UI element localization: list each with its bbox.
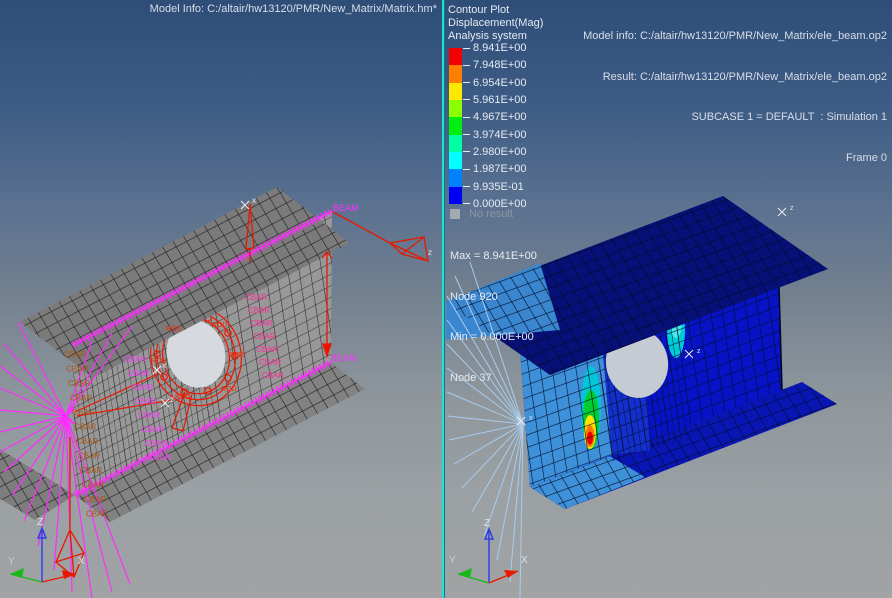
model-label: ROD	[212, 322, 228, 329]
model-label: CBAR	[64, 350, 86, 359]
model-label: CBAR	[82, 481, 104, 490]
model-label: BEAM	[331, 353, 357, 363]
model-label: ROD	[166, 326, 182, 333]
model-label: CBAR	[253, 332, 275, 341]
no-result-swatch	[450, 209, 460, 219]
model-label: CBAR	[74, 423, 96, 432]
model-label: CBAR	[68, 379, 90, 388]
legend-no-result: No result	[450, 208, 513, 220]
model-label: CBAR	[80, 466, 102, 475]
legend-value: 8.941E+00	[463, 42, 527, 54]
legend-max-node: Node 920	[450, 291, 537, 305]
right-header-model-info: Model info: C:/altair/hw13120/PMR/New_Ma…	[583, 30, 887, 44]
legend-band	[449, 169, 462, 186]
legend-value: 5.961E+00	[463, 94, 527, 106]
model-label: BEAM	[333, 203, 359, 213]
model-label: x	[529, 415, 533, 422]
legend-min-node: Node 37	[450, 372, 537, 386]
legend-colorbar	[449, 48, 462, 204]
left-triad-x-label: X	[78, 556, 85, 567]
model-label: CBAR	[76, 437, 98, 446]
legend-result-type: Displacement(Mag)	[448, 17, 598, 30]
no-result-label: No result	[469, 208, 513, 220]
legend-value: 9.935E-01	[463, 181, 524, 193]
legend-band	[449, 152, 462, 169]
viewport-divider-shadow	[444, 0, 445, 598]
right-result-info-header: Model info: C:/altair/hw13120/PMR/New_Ma…	[583, 3, 887, 192]
model-label: CBAR	[138, 411, 160, 420]
legend-value: 4.967E+00	[463, 111, 527, 123]
right-triad-y-label: Y	[449, 555, 456, 566]
model-label: CBAR	[84, 495, 106, 504]
legend-band	[449, 65, 462, 82]
right-header-frame: Frame 0	[583, 152, 887, 166]
model-label: ROD	[175, 394, 191, 401]
legend-band	[449, 83, 462, 100]
legend-value: 3.974E+00	[463, 129, 527, 141]
legend-max-value: Max = 8.941E+00	[450, 250, 537, 264]
model-label: CBAR	[262, 371, 284, 380]
model-label: CBAR	[66, 365, 88, 374]
right-header-subcase: SUBCASE 1 = DEFAULT : Simulation 1	[583, 111, 887, 125]
legend-value: 2.980E+00	[463, 146, 527, 158]
model-label: CBAR	[142, 425, 164, 434]
legend-min-value: Min = 0.000E+00	[450, 331, 537, 345]
model-label: z	[790, 205, 794, 212]
model-label: CBAR	[248, 306, 270, 315]
model-label: ROD	[230, 352, 246, 359]
model-label: CBAR	[72, 408, 94, 417]
legend-band	[449, 48, 462, 65]
model-label: CBAR	[128, 369, 150, 378]
right-triad-x-label: X	[521, 555, 528, 566]
model-label: CBAR	[131, 383, 153, 392]
legend-band	[449, 100, 462, 117]
model-label: ROD	[151, 358, 167, 365]
right-global-triad: Z Y X	[449, 518, 528, 583]
model-label: z	[170, 395, 174, 404]
legend-value: 7.948E+00	[463, 59, 527, 71]
model-label: CBAR	[149, 453, 171, 462]
legend-title: Contour Plot	[448, 4, 598, 17]
model-label: CBAR	[70, 394, 92, 403]
legend-band	[449, 117, 462, 134]
left-viewport-model[interactable]: CBAR CBAR CBAR CBAR CBAR CBAR CBAR CBAR CBAR CBAR…	[0, 187, 432, 598]
hyperworks-split-view: CBAR CBAR CBAR CBAR CBAR CBAR CBAR CBAR CBAR CBAR…	[0, 0, 892, 598]
model-label: CBAR	[256, 345, 278, 354]
legend-value: 1.987E+00	[463, 163, 527, 175]
right-header-result: Result: C:/altair/hw13120/PMR/New_Matrix…	[583, 71, 887, 85]
model-label: CBAR	[245, 293, 267, 302]
legend-band	[449, 187, 462, 204]
model-label: z	[428, 248, 432, 257]
model-label: CBAR	[135, 397, 157, 406]
legend-value: 6.954E+00	[463, 77, 527, 89]
right-triad-z-label: Z	[484, 518, 490, 529]
model-label: CBAR	[259, 358, 281, 367]
model-label: x	[252, 196, 256, 205]
model-label: CBAR	[251, 319, 273, 328]
model-label: ROD	[221, 386, 237, 393]
legend-stats: Max = 8.941E+00 Node 920 Min = 0.000E+00…	[450, 223, 537, 412]
model-label: CBAR	[124, 355, 146, 364]
left-model-info-header: Model Info: C:/altair/hw13120/PMR/New_Ma…	[150, 3, 437, 17]
model-label: CBAR	[145, 439, 167, 448]
model-label: CBAR	[78, 452, 100, 461]
model-label: z	[697, 348, 701, 355]
model-label: CBAR	[86, 510, 108, 519]
left-triad-y-label: Y	[8, 556, 15, 567]
contour-legend: Contour Plot Displacement(Mag) Analysis …	[448, 4, 598, 43]
legend-band	[449, 135, 462, 152]
left-triad-z-label: Z	[37, 517, 43, 528]
